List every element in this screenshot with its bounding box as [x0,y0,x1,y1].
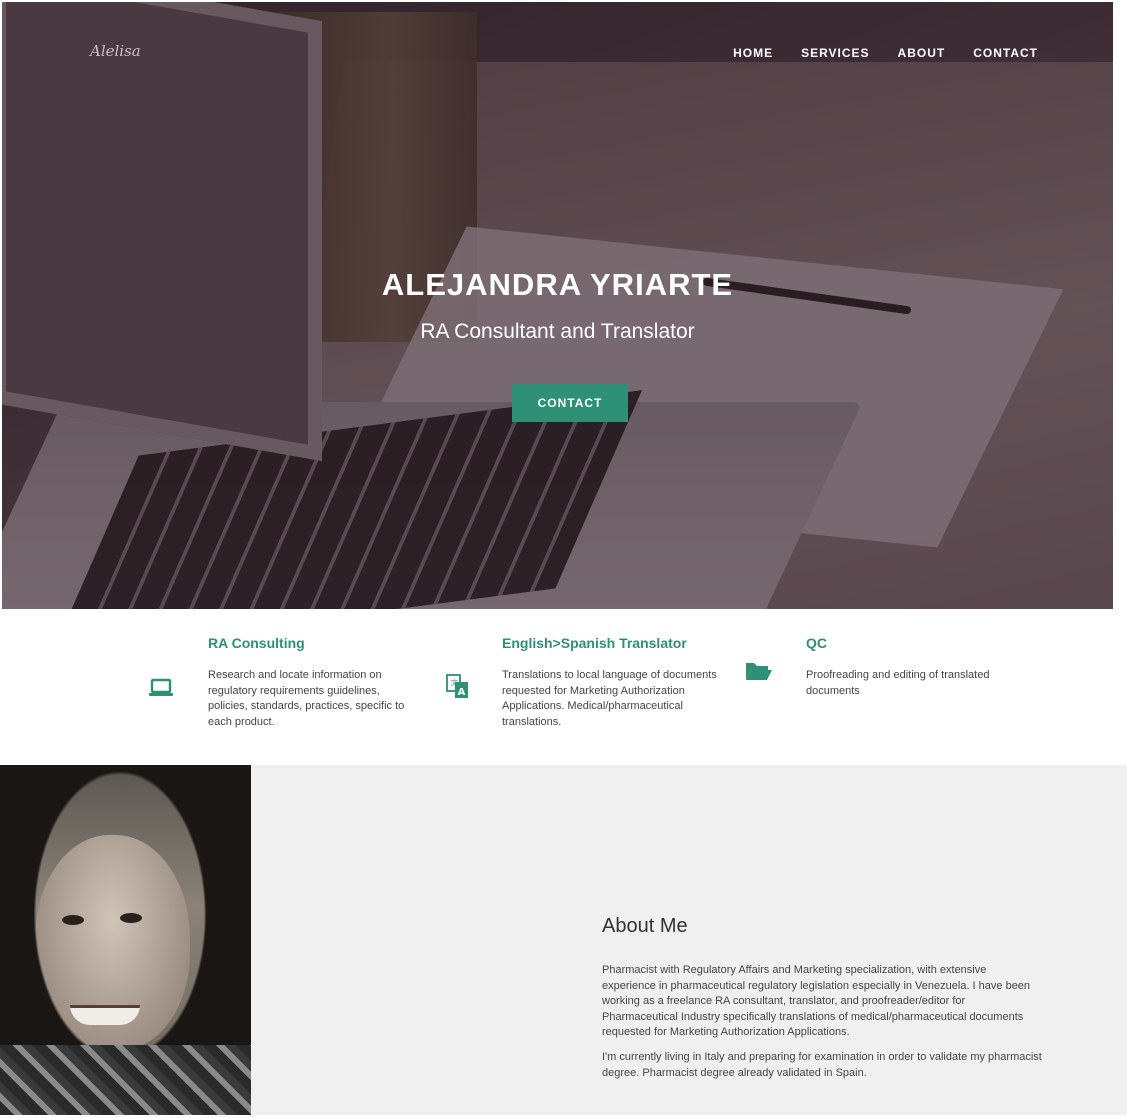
service-title: English>Spanish Translator [502,635,687,651]
service-description: Translations to local language of docume… [502,669,717,728]
svg-text:文: 文 [451,678,458,687]
folder-open-icon [745,660,773,687]
hero-title: ALEJANDRA YRIARTE [381,267,734,302]
service-title: QC [806,635,827,651]
about-title: About Me [602,915,688,937]
profile-photo-dress [0,1045,251,1115]
hero-subtitle: RA Consultant and Translator [420,320,695,343]
about-section: About Me Pharmacist with Regulatory Affa… [0,765,1127,1115]
about-paragraph-1: Pharmacist with Regulatory Affairs and M… [602,964,1031,1039]
laptop-icon [148,678,174,703]
hero-overlay [2,2,1113,609]
nav-about[interactable]: ABOUT [898,46,946,60]
contact-button[interactable]: CONTACT [512,384,628,422]
svg-text:A: A [458,687,466,698]
nav-services[interactable]: SERVICES [801,46,869,60]
service-description: Proofreading and editing of translated d… [806,669,990,697]
services-section: RA Consulting Research and locate inform… [0,610,1127,765]
nav-contact[interactable]: CONTACT [973,46,1038,60]
about-paragraph-2: I'm currently living in Italy and prepar… [602,1051,1042,1079]
hero-section: Alelisa HOME SERVICES ABOUT CONTACT ALEJ… [2,2,1113,609]
main-nav: HOME SERVICES ABOUT CONTACT [733,46,1038,60]
translate-icon: A 文 [446,674,470,705]
site-logo[interactable]: Alelisa [90,42,141,60]
nav-home[interactable]: HOME [733,46,773,60]
service-title: RA Consulting [208,635,305,651]
profile-photo [0,765,251,1115]
service-description: Research and locate information on regul… [208,669,405,728]
